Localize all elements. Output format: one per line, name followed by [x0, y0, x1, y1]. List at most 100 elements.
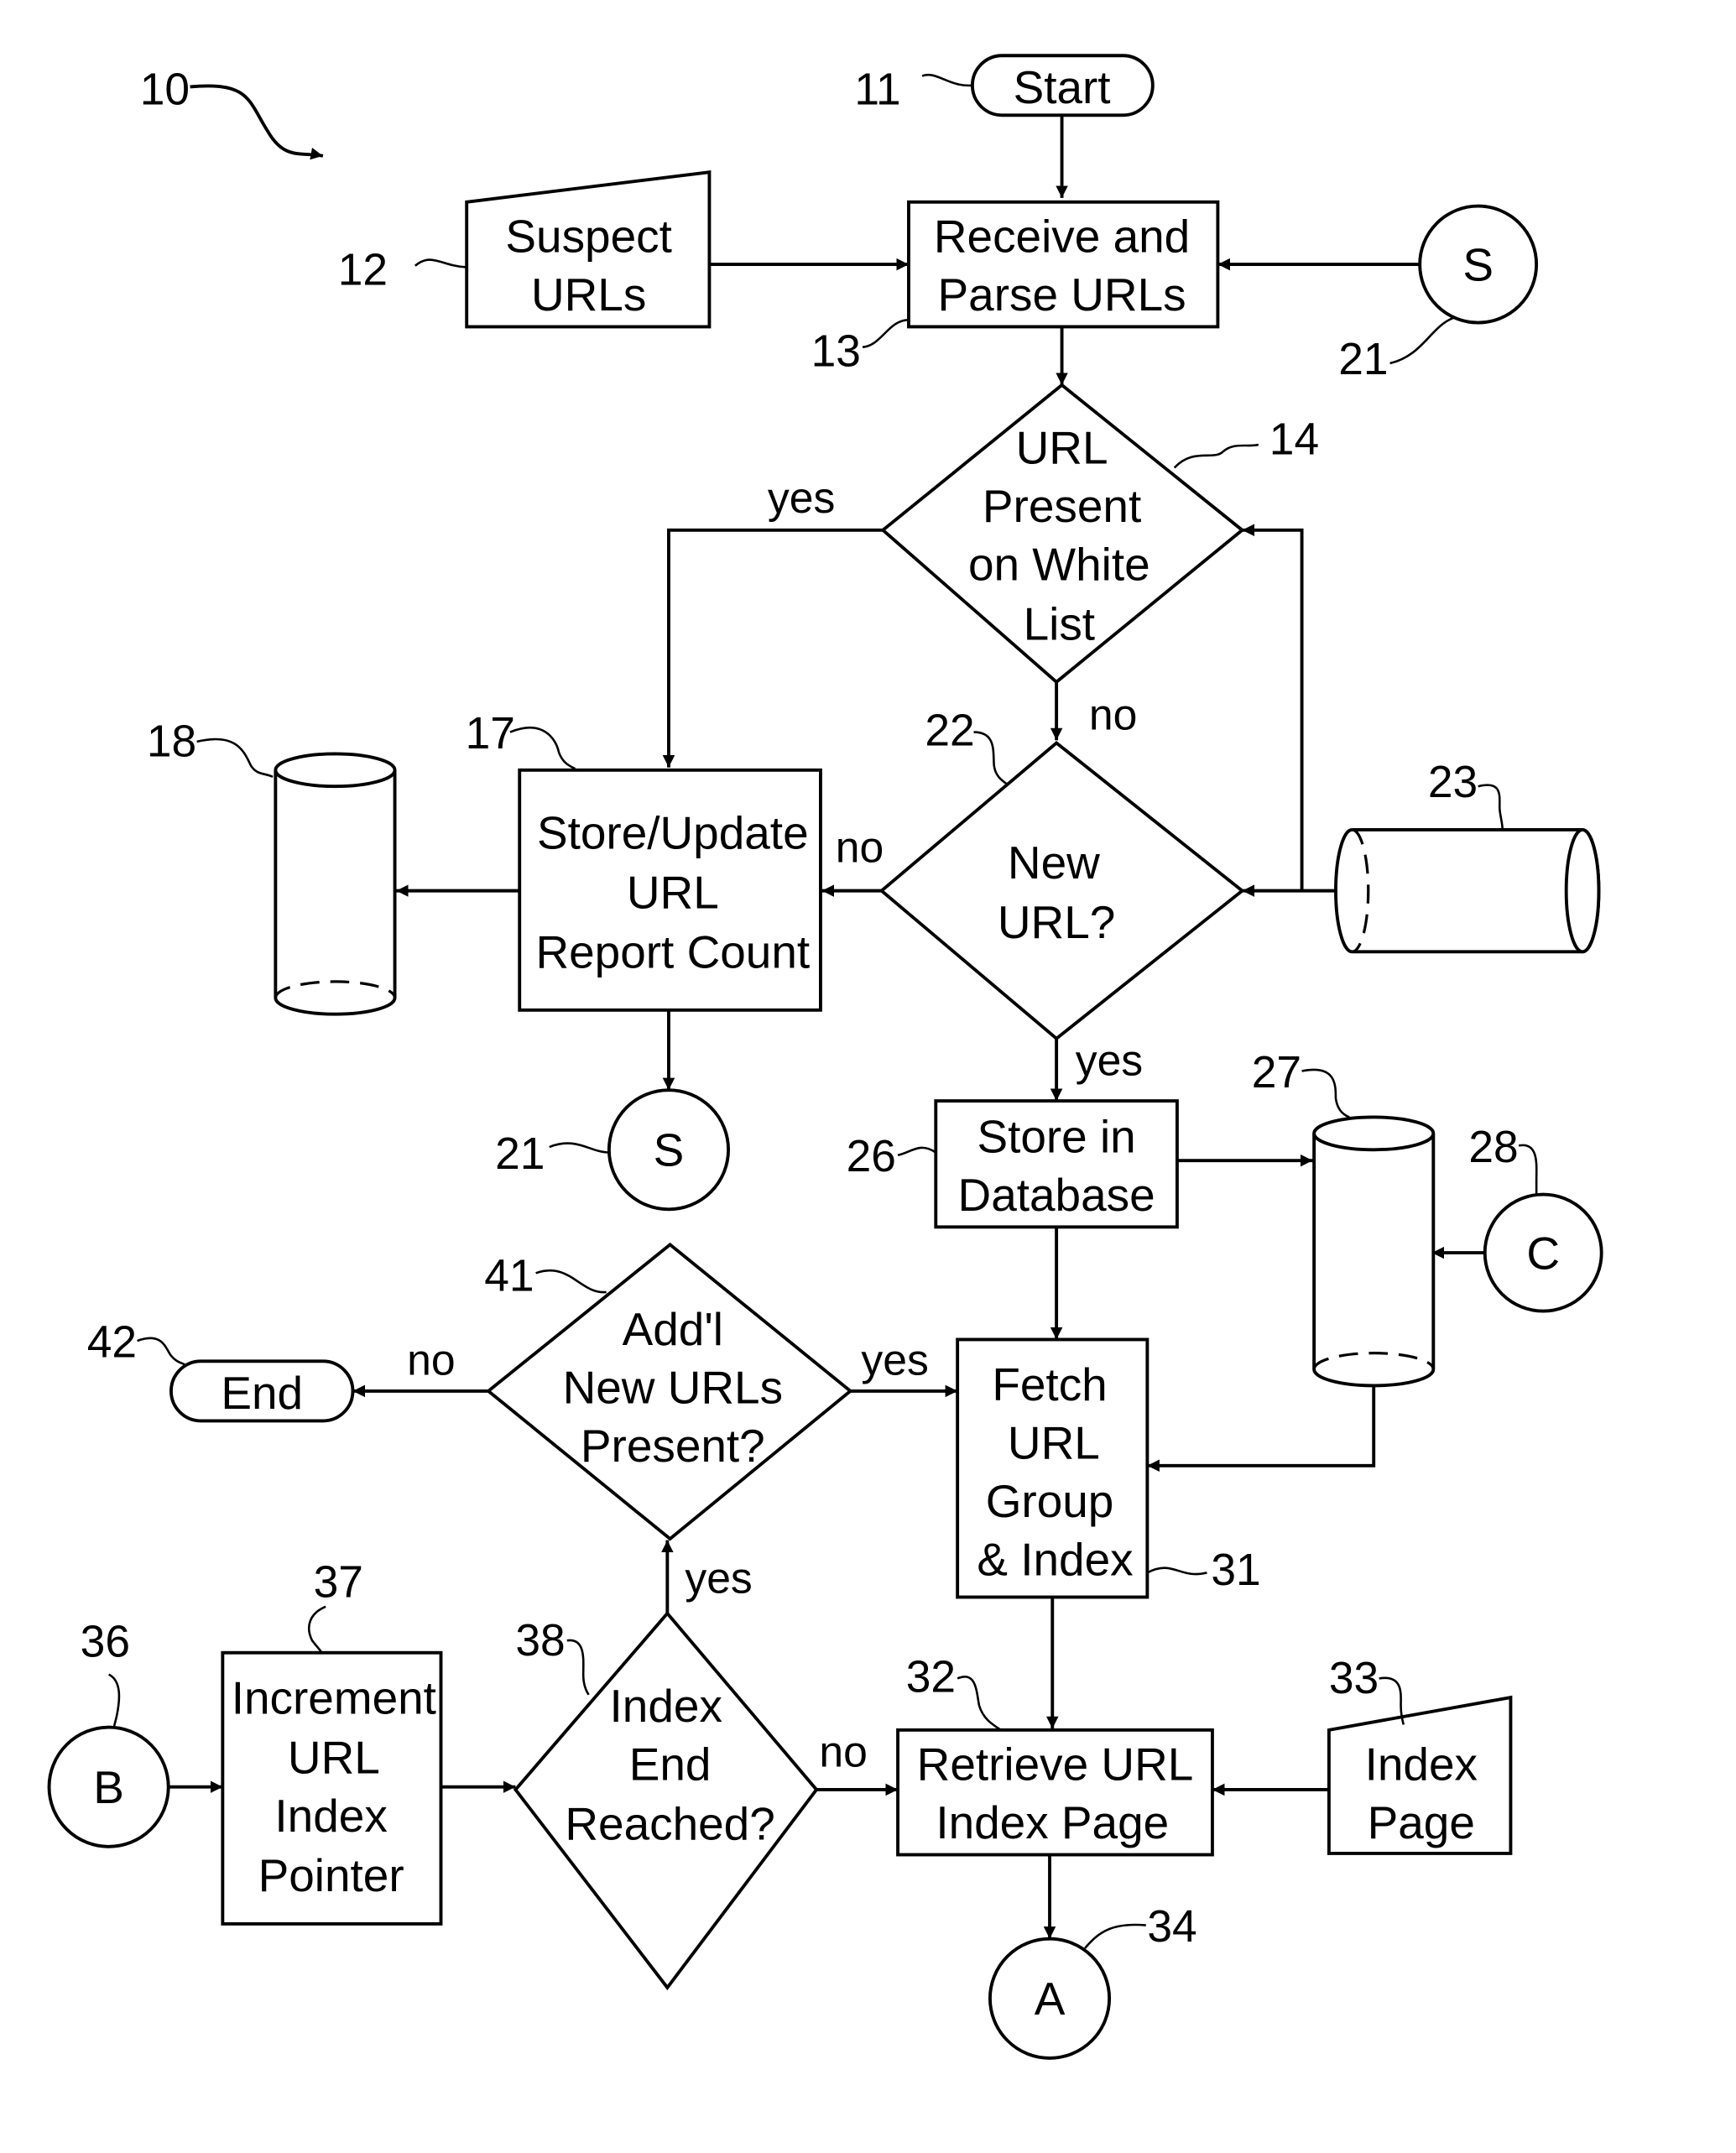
ref-28: 28 — [1468, 1123, 1518, 1172]
increment-label-2: URL — [288, 1732, 380, 1784]
connector-s-bottom-label: S — [654, 1124, 685, 1176]
node-start: Start 11 — [854, 54, 1155, 117]
figure-ref-10: 10 — [140, 65, 324, 160]
ref-14: 14 — [1269, 414, 1319, 464]
node-db-27: 27 — [1252, 1048, 1436, 1388]
node-connector-b: B 36 — [47, 1618, 170, 1848]
node-addl-urls-decision: Add'l New URLs Present? 41 — [484, 1242, 853, 1541]
connector-b-label: B — [93, 1761, 124, 1813]
ref-26: 26 — [847, 1132, 896, 1181]
db-23-end — [1564, 827, 1601, 954]
node-index-page: Index Page 33 — [1327, 1654, 1513, 1855]
figure-ref-label: 10 — [140, 65, 190, 114]
start-label: Start — [1014, 61, 1111, 113]
ref-37: 37 — [314, 1557, 363, 1607]
node-end: End 42 — [87, 1317, 355, 1423]
addl-urls-label-2: New URLs — [563, 1361, 783, 1413]
leader-21-top — [1389, 315, 1456, 365]
leader-17 — [509, 727, 576, 770]
leader-21-bottom — [549, 1142, 609, 1154]
white-list-label-3: on White — [968, 539, 1150, 591]
leader-14 — [1173, 443, 1259, 469]
connector-c-label: C — [1526, 1227, 1560, 1279]
node-store-update: Store/Update URL Report Count 17 — [466, 709, 822, 1012]
leader-27 — [1301, 1068, 1350, 1118]
store-update-label-3: Report Count — [535, 926, 810, 978]
label-addl-yes: yes — [861, 1335, 928, 1384]
leader-34 — [1084, 1923, 1146, 1949]
node-connector-c: C 28 — [1468, 1123, 1603, 1313]
end-label: End — [221, 1367, 303, 1419]
connector-a-label: A — [1035, 1973, 1066, 2025]
increment-label-3: Index — [274, 1790, 387, 1842]
leader-11 — [921, 73, 972, 87]
ref-27: 27 — [1252, 1048, 1301, 1097]
new-url-label-2: URL? — [998, 896, 1115, 948]
leader-26 — [897, 1146, 937, 1156]
retrieve-index-label-1: Retrieve URL — [917, 1739, 1194, 1791]
node-db-18: 18 — [147, 717, 397, 1016]
receive-parse-label-1: Receive and — [934, 211, 1190, 263]
node-new-url-decision: New URL? 22 — [878, 706, 1245, 1041]
node-fetch-group: Fetch URL Group & Index 31 — [956, 1337, 1261, 1599]
white-list-label-2: Present — [983, 480, 1141, 532]
ref-17: 17 — [466, 709, 515, 759]
addl-urls-label-1: Add'l — [623, 1303, 723, 1355]
node-connector-a: A 34 — [988, 1902, 1197, 2060]
leader-42 — [137, 1337, 187, 1367]
edge-db27-to-fetch — [1147, 1385, 1376, 1473]
leader-37 — [308, 1605, 326, 1654]
label-whitelist-yes: yes — [768, 473, 835, 522]
figure-ref-arrow — [190, 84, 324, 160]
store-update-label-2: URL — [627, 867, 719, 919]
ref-12: 12 — [338, 245, 388, 295]
node-suspect-urls: Suspect URLs 12 — [338, 170, 712, 329]
white-list-label-4: List — [1024, 598, 1095, 650]
suspect-urls-label-2: URLs — [531, 268, 646, 321]
node-db-23: 23 — [1334, 758, 1601, 954]
increment-label-1: Increment — [232, 1671, 436, 1723]
fetch-group-label-1: Fetch — [992, 1358, 1107, 1410]
db-23-body — [1352, 827, 1601, 954]
leader-22 — [973, 731, 1008, 785]
connector-s-top-label: S — [1462, 238, 1494, 290]
node-connector-s-bottom: S 21 — [495, 1088, 731, 1212]
index-end-label-3: Reached? — [565, 1798, 774, 1850]
leader-41 — [535, 1269, 607, 1294]
increment-label-4: Pointer — [258, 1849, 404, 1901]
suspect-urls-label-1: Suspect — [505, 211, 671, 263]
db-18-top — [274, 752, 397, 789]
leader-12 — [414, 258, 466, 268]
node-store-db: Store in Database 26 — [847, 1099, 1179, 1229]
label-newurl-yes: yes — [1076, 1035, 1143, 1084]
fetch-group-label-3: Group — [986, 1475, 1114, 1527]
new-url-label-1: New — [1008, 837, 1100, 889]
fetch-group-label-2: URL — [1008, 1417, 1100, 1469]
ref-13: 13 — [811, 326, 861, 376]
ref-38: 38 — [515, 1616, 565, 1666]
ref-21-top: 21 — [1338, 335, 1388, 384]
store-update-label-1: Store/Update — [537, 807, 809, 859]
white-list-label-1: URL — [1016, 422, 1108, 474]
db-27-top — [1312, 1115, 1436, 1152]
label-newurl-no: no — [836, 823, 884, 872]
leader-13 — [862, 319, 910, 348]
ref-34: 34 — [1147, 1902, 1196, 1952]
leader-32 — [957, 1676, 1002, 1731]
ref-23: 23 — [1428, 758, 1478, 807]
leader-18 — [196, 738, 274, 779]
ref-36: 36 — [81, 1618, 130, 1667]
leader-31 — [1146, 1567, 1207, 1576]
node-white-list-decision: URL Present on White List 14 — [880, 383, 1319, 685]
store-db-label-1: Store in — [977, 1110, 1135, 1162]
retrieve-index-label-2: Index Page — [936, 1796, 1169, 1848]
index-end-label-2: End — [629, 1739, 712, 1791]
new-url-diamond — [878, 740, 1245, 1041]
node-receive-parse: Receive and Parse URLs 13 — [811, 200, 1220, 376]
ref-22: 22 — [925, 706, 974, 756]
leader-38 — [566, 1639, 590, 1696]
db-27-body — [1312, 1133, 1436, 1388]
label-whitelist-no: no — [1089, 690, 1138, 738]
ref-11: 11 — [854, 65, 900, 114]
label-addl-no: no — [407, 1335, 456, 1384]
